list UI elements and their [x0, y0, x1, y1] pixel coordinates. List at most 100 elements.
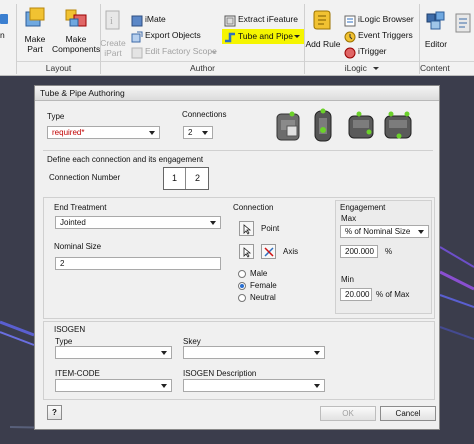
skey-combo[interactable] [183, 346, 325, 359]
ilogic-group-text: iLogic [344, 63, 367, 73]
make-components-icon [65, 9, 87, 27]
ilogic-browser-label: iLogic Browser [358, 14, 414, 24]
tube-pipe-authoring-dialog: Tube & Pipe Authoring Type required* Con… [34, 85, 440, 430]
make-part-button[interactable]: Make Part [20, 4, 50, 60]
item-code-label: ITEM-CODE [55, 369, 100, 378]
add-rule-label: Add Rule [305, 39, 341, 49]
ok-button[interactable]: OK [320, 406, 376, 421]
max-mode-combo[interactable]: % of Nominal Size [340, 225, 429, 238]
fitting-3 [348, 111, 374, 139]
flip-axis-button[interactable] [261, 244, 276, 259]
connections-combo-value: 2 [188, 128, 193, 137]
export-objects-label: Export Objects [145, 30, 201, 40]
chevron-down-icon [314, 351, 320, 355]
partial-content-center-button[interactable] [452, 10, 474, 50]
make-part-icon [25, 7, 45, 27]
define-connections-text: Define each connection and its engagemen… [47, 155, 204, 164]
ilogic-browser-button[interactable]: iLogic Browser [344, 14, 414, 28]
ilogic-group-label: iLogic [305, 61, 419, 75]
min-unit: % of Max [376, 290, 410, 299]
edit-factory-scope-label: Edit Factory Scope [145, 46, 217, 56]
create-ipart-button[interactable]: i Create iPart [100, 4, 126, 60]
fitting-1 [276, 111, 300, 141]
type-label: Type [47, 112, 65, 121]
author-group-label: Author [101, 61, 304, 75]
editor-button[interactable]: Editor [421, 4, 451, 60]
content-center-group-label: Content Center [420, 61, 474, 86]
min-value-field[interactable]: 20.000 [340, 288, 372, 301]
extract-ifeature-label: Extract iFeature [238, 14, 298, 24]
extract-ifeature-button[interactable]: Extract iFeature [224, 14, 304, 28]
isogen-description-label: ISOGEN Description [183, 369, 257, 378]
fitting-4 [384, 111, 412, 139]
neutral-radio-label: Neutral [250, 293, 276, 302]
cursor-icon [243, 224, 252, 235]
female-radio-label: Female [250, 281, 277, 290]
male-radio[interactable]: Male [238, 269, 288, 279]
event-triggers-label: Event Triggers [358, 30, 413, 40]
isogen-type-combo[interactable] [55, 346, 172, 359]
connection-tab-group: 1 2 [163, 167, 209, 190]
chevron-down-icon [294, 35, 300, 38]
connection-number-label: Connection Number [49, 173, 121, 182]
item-code-combo[interactable] [55, 379, 172, 392]
nominal-size-value: 2 [60, 259, 65, 268]
fitting-2 [314, 108, 332, 142]
female-radio-circle [238, 282, 246, 290]
divider [43, 150, 433, 151]
isogen-description-combo[interactable] [183, 379, 325, 392]
connections-combo[interactable]: 2 [183, 126, 213, 139]
max-unit: % [385, 247, 393, 256]
tube-and-pipe-button[interactable]: Tube and Pipe [222, 29, 304, 44]
point-select-button[interactable] [239, 221, 254, 236]
chevron-down-icon [211, 51, 217, 54]
chevron-down-icon[interactable] [373, 67, 380, 71]
max-label: Max [341, 214, 357, 223]
type-combo[interactable]: required* [47, 126, 160, 139]
imate-icon [131, 15, 143, 27]
itrigger-button[interactable]: iTrigger [344, 46, 414, 60]
chevron-down-icon [210, 221, 216, 225]
neutral-radio[interactable]: Neutral [238, 293, 288, 303]
point-label: Point [261, 224, 280, 233]
make-components-label: Make Components [52, 34, 101, 54]
isogen-type-label: Type [55, 337, 73, 346]
extract-ifeature-icon [224, 15, 236, 27]
imate-button[interactable]: iMate [131, 14, 207, 28]
max-value-field[interactable]: 200.000 [340, 245, 378, 258]
editor-label: Editor [424, 39, 448, 49]
help-button[interactable]: ? [47, 405, 62, 420]
dialog-title[interactable]: Tube & Pipe Authoring [35, 86, 439, 101]
cancel-button-label: Cancel [395, 409, 421, 418]
flip-axis-icon [264, 247, 274, 257]
connection-tab-2-label: 2 [194, 173, 200, 183]
engagement-label: Engagement [340, 203, 386, 212]
chevron-down-icon [161, 384, 167, 388]
end-treatment-combo[interactable]: Jointed [55, 216, 221, 229]
connection-group-label: Connection [233, 203, 274, 212]
edit-factory-scope-button[interactable]: Edit Factory Scope [131, 46, 221, 60]
neutral-radio-circle [238, 294, 246, 302]
connection-tab-1[interactable]: 1 [164, 168, 186, 189]
ribbon: n Make Part Make Components i Create iPa… [0, 0, 474, 86]
connection-tab-1-label: 1 [171, 173, 177, 183]
cancel-button[interactable]: Cancel [380, 406, 436, 421]
add-rule-button[interactable]: Add Rule [305, 4, 341, 60]
end-treatment-value: Jointed [60, 218, 86, 227]
partial-ribbon-button[interactable]: n [0, 6, 10, 46]
min-label: Min [341, 275, 354, 284]
end-treatment-label: End Treatment [54, 203, 107, 212]
axis-select-button[interactable] [239, 244, 254, 259]
imate-label: iMate [145, 14, 166, 24]
connections-label: Connections [182, 110, 227, 119]
ok-button-label: OK [342, 409, 354, 418]
female-radio[interactable]: Female [238, 281, 288, 291]
event-triggers-button[interactable]: Event Triggers [344, 30, 414, 44]
export-objects-button[interactable]: Export Objects [131, 30, 207, 44]
make-components-button[interactable]: Make Components [52, 4, 100, 60]
male-radio-circle [238, 270, 246, 278]
nominal-size-field[interactable]: 2 [55, 257, 221, 270]
connection-tab-2[interactable]: 2 [187, 168, 208, 189]
itrigger-icon [344, 47, 356, 59]
chevron-down-icon [202, 131, 208, 135]
